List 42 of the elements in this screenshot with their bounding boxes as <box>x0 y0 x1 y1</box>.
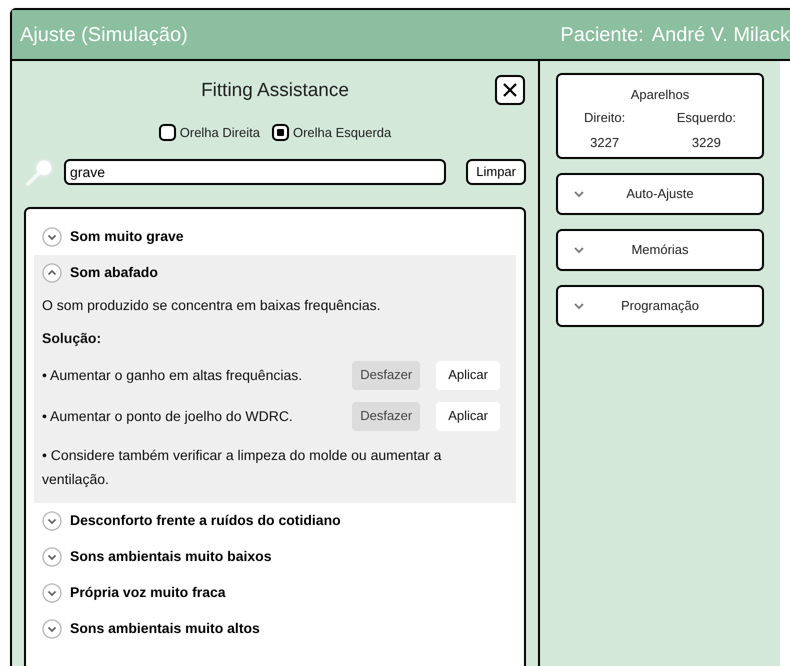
expand-icon[interactable] <box>42 546 62 566</box>
issue-title[interactable]: Sons ambientais muito altos <box>70 618 260 639</box>
close-icon <box>502 82 518 98</box>
apply-button[interactable]: Aplicar <box>436 402 500 430</box>
window-title: Ajuste (Simulação) <box>20 22 188 48</box>
ear-checkbox[interactable] <box>158 124 176 142</box>
section-button[interactable]: Programação <box>556 285 764 327</box>
solution-note: • Considere também verificar a limpeza do molde ou aumentar a ventilação. <box>42 446 442 489</box>
solution-label: Solução: <box>42 328 102 348</box>
device-number: 3229 <box>692 134 721 152</box>
device-side: Esquerdo: <box>676 108 736 127</box>
issue-title[interactable]: Sons ambientais muito baixos <box>70 546 272 567</box>
patient-name: André V. Milack <box>652 22 790 48</box>
issue-title[interactable]: Som muito grave <box>70 226 184 247</box>
expand-icon[interactable] <box>42 618 62 638</box>
expand-icon[interactable] <box>42 226 62 246</box>
search-icon <box>24 156 56 186</box>
solution-step: • Aumentar o ponto de joelho do WDRC. <box>42 406 352 426</box>
ear-checkbox[interactable] <box>272 124 289 142</box>
apply-button[interactable]: Aplicar <box>436 360 500 390</box>
issue-title[interactable]: Som abafado <box>70 262 158 283</box>
search-field[interactable]: grave <box>64 158 446 184</box>
ear-label[interactable]: Orelha Esquerda <box>292 123 392 142</box>
undo-button[interactable]: Desfazer <box>352 402 420 430</box>
issue-title[interactable]: Desconforto frente a ruídos do cotidiano <box>70 510 341 531</box>
clear-button[interactable]: Limpar <box>466 158 526 184</box>
issue-title[interactable]: Própria voz muito fraca <box>70 582 226 603</box>
ear-label[interactable]: Orelha Direita <box>180 123 260 142</box>
device-side: Direito: <box>584 108 626 126</box>
issue-description: O som produzido se concentra em baixas frequências. <box>42 296 382 315</box>
panel-title: Fitting Assistance <box>201 79 349 103</box>
expand-icon[interactable] <box>42 582 62 602</box>
section-button[interactable]: Memórias <box>556 229 764 271</box>
device-number: 3227 <box>590 134 620 152</box>
undo-button[interactable]: Desfazer <box>352 360 420 390</box>
expand-icon[interactable] <box>42 510 62 530</box>
section-button[interactable]: Auto-Ajuste <box>556 173 764 215</box>
patient-label: Paciente: <box>560 22 644 48</box>
solution-step: • Aumentar o ganho em altas frequências. <box>42 364 352 386</box>
collapse-icon[interactable] <box>42 262 62 282</box>
devices-title: Aparelhos <box>630 86 690 104</box>
close-button[interactable] <box>495 75 525 105</box>
